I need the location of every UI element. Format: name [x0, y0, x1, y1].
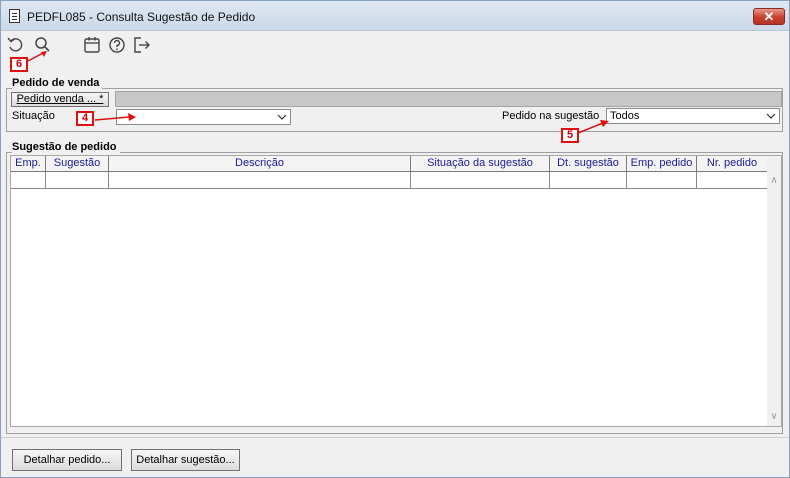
situacao-combo[interactable] — [116, 109, 291, 125]
annotation-arrow-6 — [27, 51, 47, 62]
footer-divider — [1, 437, 789, 438]
column-header-dt-sugestao[interactable]: Dt. sugestão — [550, 156, 627, 172]
column-header-nr-pedido[interactable]: Nr. pedido — [697, 156, 768, 172]
detalhar-pedido-button[interactable]: Detalhar pedido... — [12, 449, 122, 471]
chevron-down-icon — [277, 114, 287, 120]
detalhar-sugestao-button[interactable]: Detalhar sugestão... — [131, 449, 240, 471]
annotation-badge-6: 6 — [10, 57, 28, 72]
table-cell[interactable] — [550, 172, 627, 189]
table-cell[interactable] — [11, 172, 46, 189]
sugestao-group-title: Sugestão de pedido — [12, 141, 120, 153]
annotation-badge-4: 4 — [76, 111, 94, 126]
title-bar: PEDFL085 - Consulta Sugestão de Pedido ✕ — [1, 1, 789, 31]
calendar-icon[interactable] — [82, 35, 102, 55]
table-cell[interactable] — [46, 172, 109, 189]
column-header-situacao-sugestao[interactable]: Situação da sugestão — [411, 156, 550, 172]
pedido-sugestao-combo[interactable]: Todos — [606, 108, 780, 124]
pedido-venda-field — [115, 91, 782, 107]
sugestao-grid[interactable]: Emp. Sugestão Descrição Situação da suge… — [10, 155, 782, 427]
undo-icon[interactable] — [6, 35, 26, 55]
vertical-scrollbar[interactable]: ∧ ∨ — [767, 156, 781, 426]
toolbar — [1, 31, 789, 61]
annotation-arrow-5 — [577, 120, 609, 134]
situacao-label: Situação — [12, 110, 55, 122]
help-icon[interactable] — [107, 35, 127, 55]
column-header-descricao[interactable]: Descrição — [109, 156, 411, 172]
column-header-sugestao[interactable]: Sugestão — [46, 156, 109, 172]
annotation-arrow-4 — [94, 113, 136, 121]
main-window: PEDFL085 - Consulta Sugestão de Pedido ✕… — [0, 0, 790, 478]
table-cell[interactable] — [411, 172, 550, 189]
scroll-up-icon[interactable]: ∧ — [767, 174, 781, 188]
chevron-down-icon — [766, 113, 776, 119]
pedido-sugestao-value: Todos — [610, 110, 640, 122]
table-cell[interactable] — [627, 172, 697, 189]
table-cell[interactable] — [697, 172, 768, 189]
column-header-emp-pedido[interactable]: Emp. pedido — [627, 156, 697, 172]
close-button[interactable]: ✕ — [753, 8, 785, 25]
table-cell[interactable] — [109, 172, 411, 189]
pedido-venda-button[interactable]: Pedido venda ... * — [11, 92, 109, 107]
column-header-emp[interactable]: Emp. — [11, 156, 46, 172]
document-icon — [9, 9, 20, 23]
pedido-venda-group-title: Pedido de venda — [12, 77, 103, 89]
window-title: PEDFL085 - Consulta Sugestão de Pedido — [27, 10, 256, 24]
scroll-down-icon[interactable]: ∨ — [767, 410, 781, 424]
exit-icon[interactable] — [132, 35, 152, 55]
